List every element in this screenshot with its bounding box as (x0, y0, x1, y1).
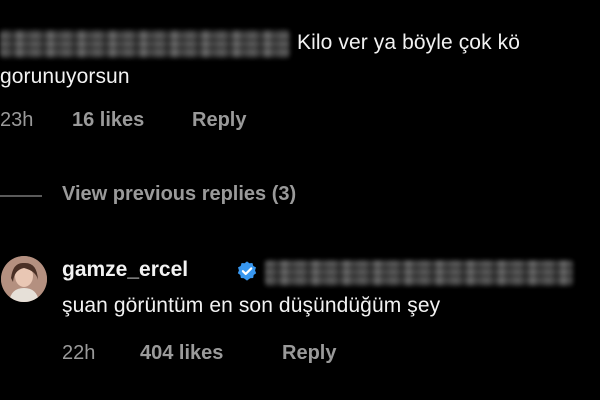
reply-reply-button[interactable]: Reply (282, 342, 336, 365)
reply-timestamp: 22h (62, 342, 96, 364)
reply-likes-count[interactable]: 404 likes (140, 342, 223, 365)
view-previous-replies-button[interactable]: View previous replies (3) (62, 183, 296, 206)
redacted-mention (265, 260, 573, 286)
verified-badge-icon (237, 261, 257, 281)
replies-divider (0, 195, 42, 197)
reply-comment-text: şuan görüntüm en son düşündüğüm şey (62, 294, 441, 317)
comment-text-line-2: gorunuyorsun (0, 65, 130, 88)
comment-username[interactable]: gamze_ercel (62, 258, 188, 282)
comment-text-line-1: Kilo ver ya böyle çok kö (297, 31, 521, 54)
redacted-username (0, 30, 290, 58)
avatar-image (1, 256, 47, 302)
comment-reply-button[interactable]: Reply (192, 109, 246, 132)
comment-timestamp: 23h (0, 109, 34, 131)
avatar[interactable] (1, 256, 47, 302)
comment-likes-count[interactable]: 16 likes (72, 109, 144, 132)
